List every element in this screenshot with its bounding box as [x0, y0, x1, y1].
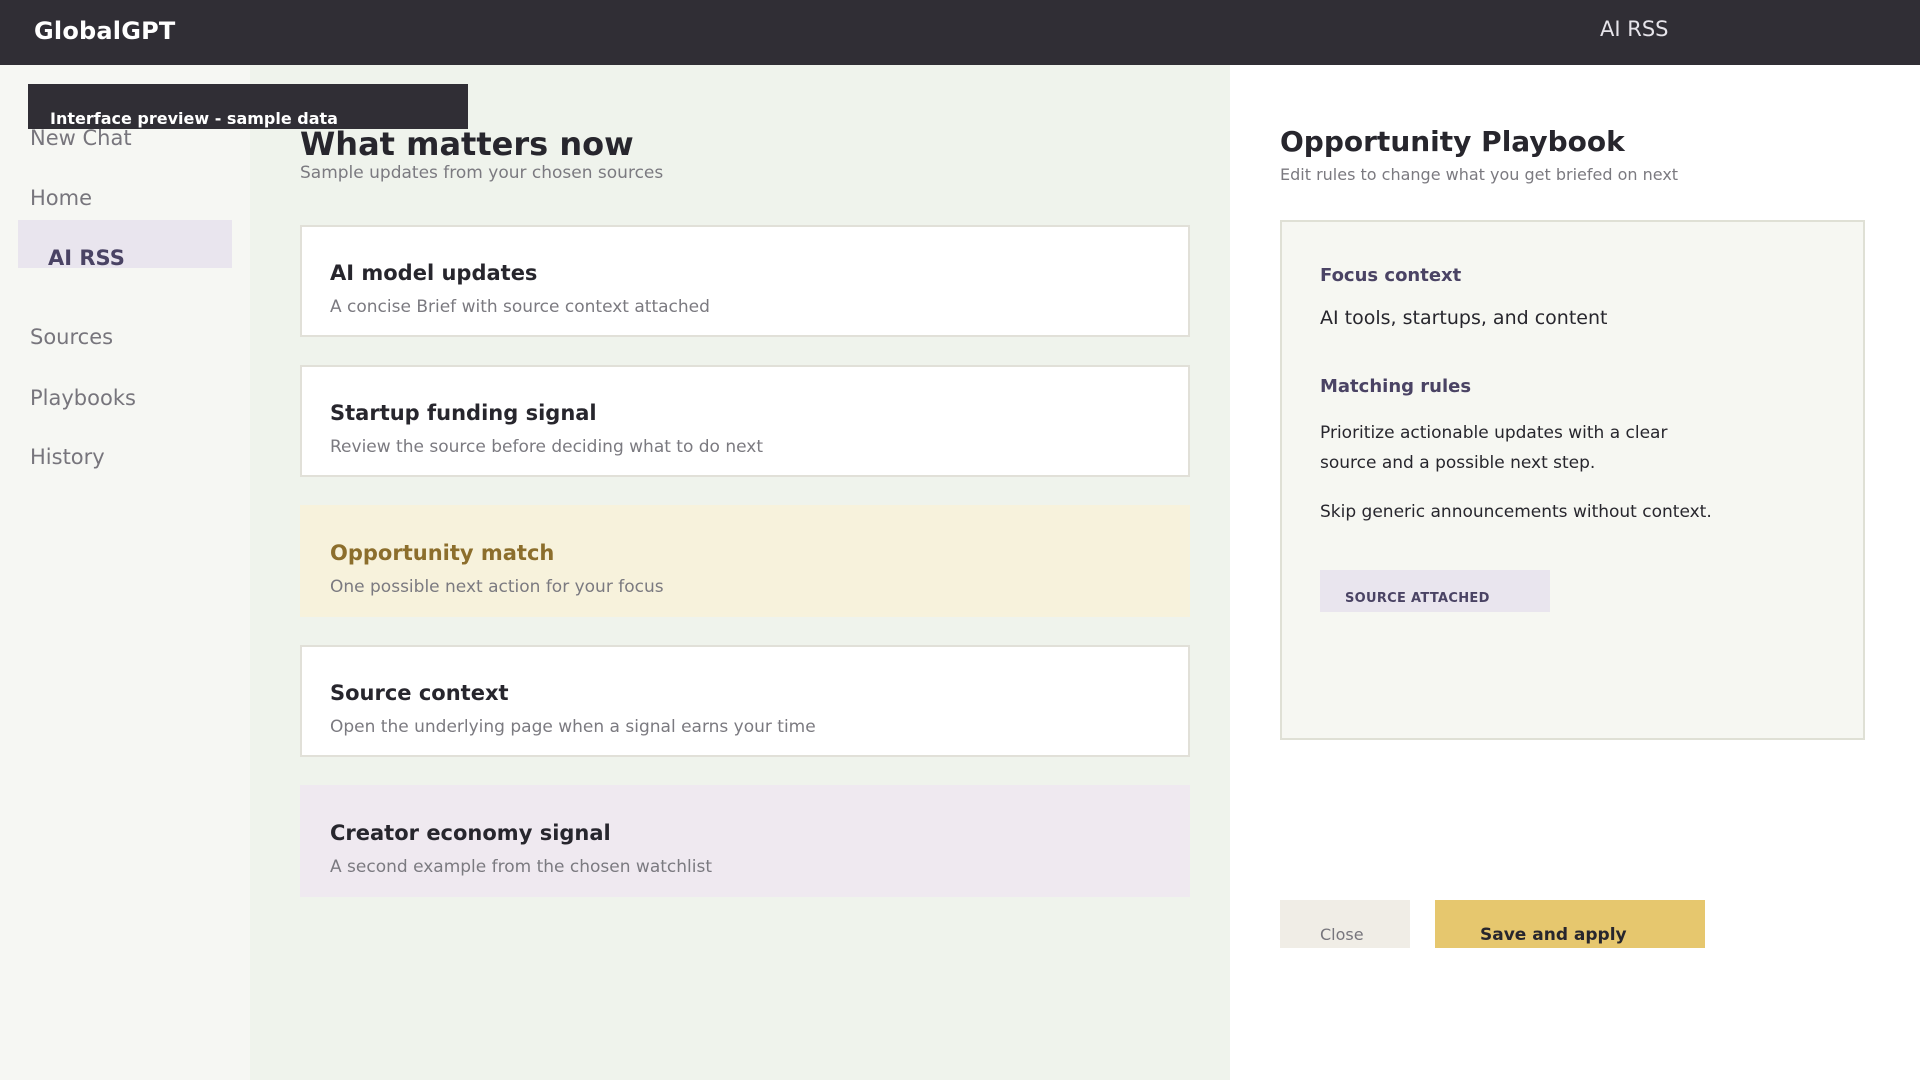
feed-card-ai-model-updates[interactable]: AI model updates A concise Brief with so…: [300, 225, 1190, 337]
rules-editor[interactable]: [1280, 220, 1865, 740]
sidebar-item-new-chat[interactable]: New Chat: [30, 126, 132, 150]
feed-card-opportunity-match[interactable]: Opportunity match One possible next acti…: [300, 505, 1190, 617]
card-subtitle: Open the underlying page when a signal e…: [330, 717, 816, 737]
sidebar-item-sources[interactable]: Sources: [30, 325, 113, 349]
page-title: What matters now: [300, 125, 634, 163]
sidebar-item-playbooks[interactable]: Playbooks: [30, 386, 136, 410]
brand-logo[interactable]: GlobalGPT: [34, 17, 175, 45]
card-title: Source context: [330, 681, 509, 705]
matching-rule[interactable]: Skip generic announcements without conte…: [1320, 497, 1740, 527]
panel-subtitle: Edit rules to change what you get briefe…: [1280, 165, 1679, 184]
feed-card-startup-funding[interactable]: Startup funding signal Review the source…: [300, 365, 1190, 477]
sidebar: [0, 65, 250, 1080]
top-bar: GlobalGPT AI RSS: [0, 0, 1920, 65]
matching-rule[interactable]: Prioritize actionable updates with a cle…: [1320, 418, 1700, 478]
card-subtitle: A second example from the chosen watchli…: [330, 857, 713, 877]
close-button[interactable]: Close: [1280, 900, 1410, 948]
card-subtitle: One possible next action for your focus: [330, 577, 664, 597]
sidebar-item-home[interactable]: Home: [30, 186, 92, 210]
card-title: Opportunity match: [330, 541, 555, 565]
card-subtitle: A concise Brief with source context atta…: [330, 297, 710, 317]
source-attached-badge: SOURCE ATTACHED: [1320, 570, 1550, 612]
feed-card-source-context[interactable]: Source context Open the underlying page …: [300, 645, 1190, 757]
card-title: Startup funding signal: [330, 401, 597, 425]
feed-card-creator-economy[interactable]: Creator economy signal A second example …: [300, 785, 1190, 897]
save-and-apply-button[interactable]: Save and apply: [1435, 900, 1705, 948]
focus-context-label: Focus context: [1320, 265, 1462, 286]
card-subtitle: Review the source before deciding what t…: [330, 437, 764, 457]
sidebar-item-ai-rss[interactable]: AI RSS: [18, 220, 232, 270]
sidebar-item-history[interactable]: History: [30, 445, 105, 469]
preview-banner: Interface preview - sample data: [28, 84, 468, 129]
card-title: Creator economy signal: [330, 821, 611, 845]
panel-title: Opportunity Playbook: [1280, 125, 1625, 158]
matching-rules-label: Matching rules: [1320, 376, 1472, 397]
card-title: AI model updates: [330, 261, 538, 285]
sidebar-item-label: AI RSS: [48, 246, 125, 270]
focus-context-value[interactable]: AI tools, startups, and content: [1320, 307, 1607, 329]
current-section-title: AI RSS: [1600, 17, 1669, 41]
page-subtitle: Sample updates from your chosen sources: [300, 163, 664, 183]
